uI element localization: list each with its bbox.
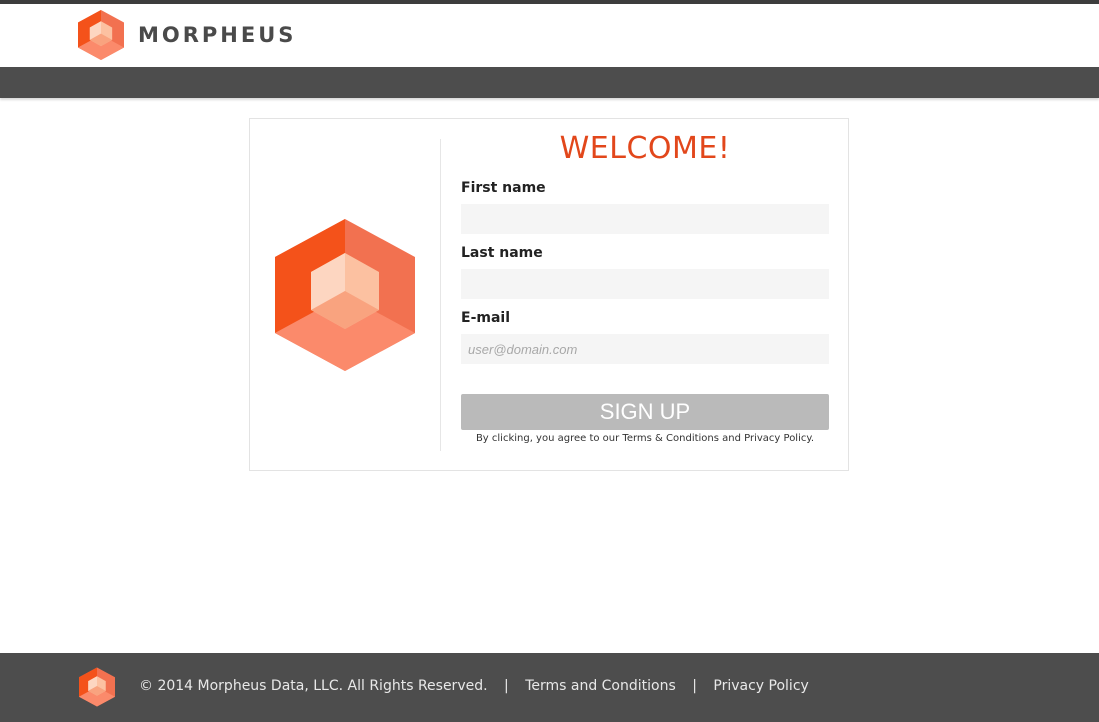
signup-card: WELCOME! First name Last name E-mail SIG… [249, 118, 849, 471]
privacy-link[interactable]: Privacy Policy [713, 678, 808, 694]
agreement-text: By clicking, you agree to our Terms & Co… [475, 433, 815, 444]
site-header: MORPHEUS [0, 4, 1099, 67]
nav-bar [0, 67, 1099, 98]
footer-logo-icon [79, 667, 115, 707]
terms-link[interactable]: Terms and Conditions [525, 678, 676, 694]
welcome-title: WELCOME! [559, 131, 731, 166]
brand[interactable]: MORPHEUS [78, 10, 296, 60]
first-name-label: First name [461, 180, 546, 196]
sign-up-button[interactable]: SIGN UP [461, 394, 829, 430]
copyright-text: © 2014 Morpheus Data, LLC. All Rights Re… [139, 678, 488, 694]
email-input[interactable] [461, 334, 829, 364]
footer-separator: | [692, 678, 697, 694]
card-divider [440, 139, 441, 451]
site-footer: © 2014 Morpheus Data, LLC. All Rights Re… [0, 653, 1099, 722]
morpheus-logo-icon [78, 10, 124, 60]
morpheus-hexagon-icon [275, 219, 415, 371]
last-name-input[interactable] [461, 269, 829, 299]
brand-name: MORPHEUS [138, 23, 297, 47]
email-label: E-mail [461, 310, 511, 326]
footer-separator: | [504, 678, 509, 694]
first-name-input[interactable] [461, 204, 829, 234]
footer-links: © 2014 Morpheus Data, LLC. All Rights Re… [139, 678, 809, 694]
last-name-label: Last name [461, 245, 543, 261]
